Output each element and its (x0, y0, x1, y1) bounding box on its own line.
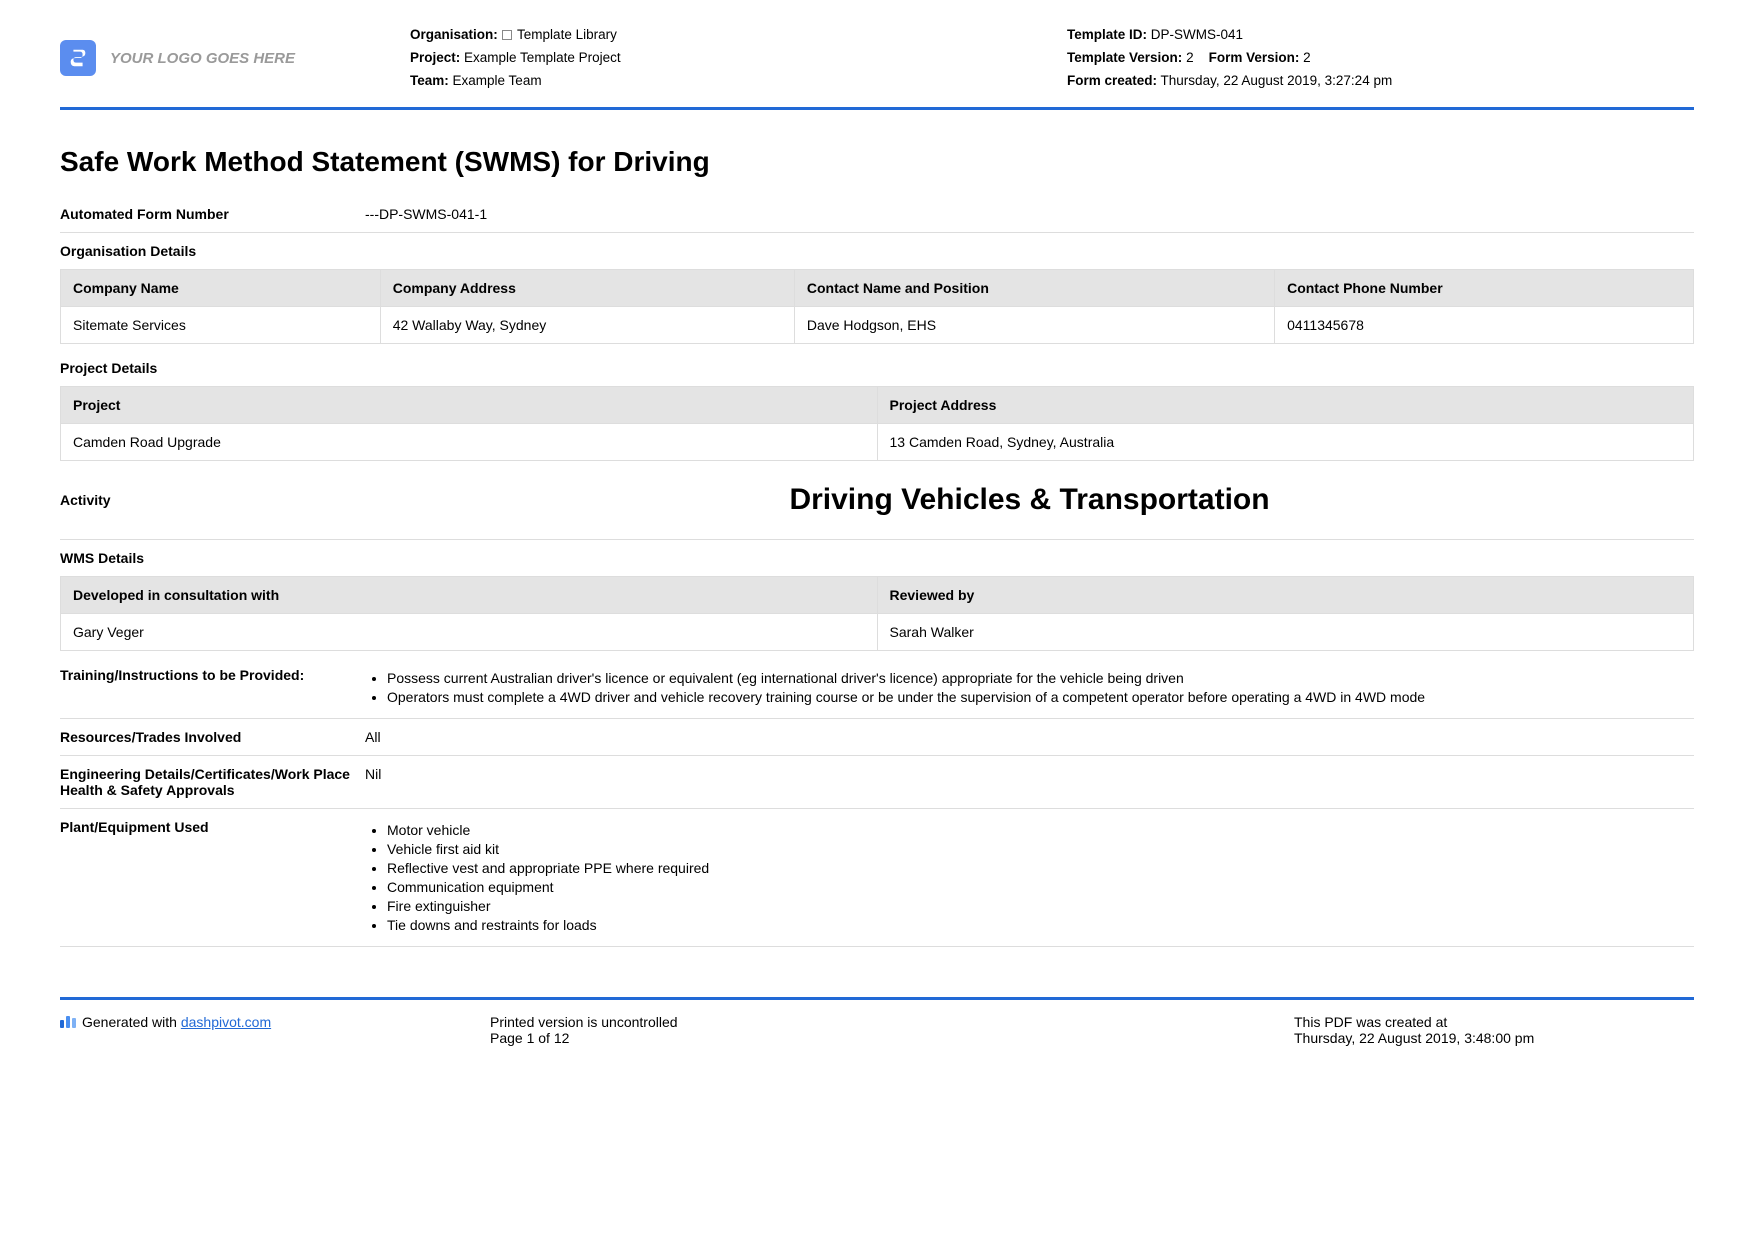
document-footer: Generated with dashpivot.com Printed ver… (60, 997, 1694, 1046)
proj-td-name: Camden Road Upgrade (61, 423, 878, 460)
autonum-row: Automated Form Number ---DP-SWMS-041-1 (60, 196, 1694, 233)
autonum-label: Automated Form Number (60, 206, 365, 222)
wms-td-developed: Gary Veger (61, 613, 878, 650)
engineering-row: Engineering Details/Certificates/Work Pl… (60, 756, 1694, 809)
dashpivot-link[interactable]: dashpivot.com (181, 1014, 271, 1030)
project-details-heading: Project Details (60, 350, 1694, 386)
engineering-label: Engineering Details/Certificates/Work Pl… (60, 766, 365, 798)
plant-list: Motor vehicle Vehicle first aid kit Reflec… (365, 822, 1694, 933)
org-th-company: Company Name (61, 269, 381, 306)
template-id-value: DP-SWMS-041 (1151, 27, 1243, 42)
org-td-contact: Dave Hodgson, EHS (794, 306, 1274, 343)
form-created-label: Form created: (1067, 73, 1157, 88)
list-item: Motor vehicle (387, 822, 1694, 838)
org-td-address: 42 Wallaby Way, Sydney (380, 306, 794, 343)
footer-created-label: This PDF was created at (1294, 1014, 1694, 1030)
list-item: Operators must complete a 4WD driver and… (387, 689, 1694, 705)
project-details-table: Project Project Address Camden Road Upgr… (60, 386, 1694, 461)
form-version-label: Form Version: (1209, 50, 1300, 65)
logo-icon (60, 40, 96, 76)
table-row: Sitemate Services 42 Wallaby Way, Sydney… (61, 306, 1694, 343)
activity-label: Activity (60, 492, 365, 508)
logo-placeholder-text: YOUR LOGO GOES HERE (110, 50, 295, 67)
template-id-label: Template ID: (1067, 27, 1147, 42)
plant-label: Plant/Equipment Used (60, 819, 365, 936)
wms-th-developed: Developed in consultation with (61, 576, 878, 613)
header-meta-right: Template ID: DP-SWMS-041 Template Versio… (1067, 24, 1694, 93)
footer-right: This PDF was created at Thursday, 22 Aug… (1294, 1014, 1694, 1046)
team-label: Team: (410, 73, 449, 88)
form-created-value: Thursday, 22 August 2019, 3:27:24 pm (1161, 73, 1393, 88)
org-th-contact: Contact Name and Position (794, 269, 1274, 306)
plant-row: Plant/Equipment Used Motor vehicle Vehicl… (60, 809, 1694, 947)
footer-uncontrolled: Printed version is uncontrolled (490, 1014, 1264, 1030)
proj-td-address: 13 Camden Road, Sydney, Australia (877, 423, 1694, 460)
org-details-table: Company Name Company Address Contact Nam… (60, 269, 1694, 344)
document-header: YOUR LOGO GOES HERE Organisation: Templa… (60, 24, 1694, 110)
resources-value: All (365, 729, 1694, 745)
template-version-value: 2 (1186, 50, 1194, 65)
table-row: Camden Road Upgrade 13 Camden Road, Sydn… (61, 423, 1694, 460)
list-item: Possess current Australian driver's lice… (387, 670, 1694, 686)
org-td-phone: 0411345678 (1275, 306, 1694, 343)
footer-generated: Generated with dashpivot.com (60, 1014, 460, 1046)
footer-gen-prefix: Generated with (82, 1014, 181, 1030)
activity-value: Driving Vehicles & Transportation (365, 483, 1694, 517)
project-value: Example Template Project (464, 50, 621, 65)
footer-center: Printed version is uncontrolled Page 1 o… (490, 1014, 1264, 1046)
org-td-company: Sitemate Services (61, 306, 381, 343)
wms-details-heading: WMS Details (60, 540, 1694, 576)
proj-th-address: Project Address (877, 386, 1694, 423)
autonum-value: ---DP-SWMS-041-1 (365, 206, 1694, 222)
training-row: Training/Instructions to be Provided: Po… (60, 657, 1694, 719)
proj-th-name: Project (61, 386, 878, 423)
form-version-value: 2 (1303, 50, 1311, 65)
list-item: Tie downs and restraints for loads (387, 917, 1694, 933)
footer-created-value: Thursday, 22 August 2019, 3:48:00 pm (1294, 1030, 1694, 1046)
checkbox-icon (502, 30, 512, 40)
engineering-value: Nil (365, 766, 1694, 798)
org-value: Template Library (517, 27, 617, 42)
list-item: Fire extinguisher (387, 898, 1694, 914)
list-item: Vehicle first aid kit (387, 841, 1694, 857)
dashpivot-icon (60, 1014, 76, 1028)
resources-label: Resources/Trades Involved (60, 729, 365, 745)
page-title: Safe Work Method Statement (SWMS) for Dr… (60, 146, 1694, 178)
header-meta-left: Organisation: Template Library Project: … (410, 24, 1037, 93)
list-item: Reflective vest and appropriate PPE wher… (387, 860, 1694, 876)
footer-page: Page 1 of 12 (490, 1030, 1264, 1046)
org-label: Organisation: (410, 27, 498, 42)
project-label: Project: (410, 50, 460, 65)
training-list: Possess current Australian driver's lice… (365, 670, 1694, 705)
table-row: Gary Veger Sarah Walker (61, 613, 1694, 650)
activity-row: Activity Driving Vehicles & Transportati… (60, 467, 1694, 540)
logo-area: YOUR LOGO GOES HERE (60, 24, 380, 93)
wms-td-reviewed: Sarah Walker (877, 613, 1694, 650)
org-th-address: Company Address (380, 269, 794, 306)
wms-details-table: Developed in consultation with Reviewed … (60, 576, 1694, 651)
resources-row: Resources/Trades Involved All (60, 719, 1694, 756)
list-item: Communication equipment (387, 879, 1694, 895)
wms-th-reviewed: Reviewed by (877, 576, 1694, 613)
org-th-phone: Contact Phone Number (1275, 269, 1694, 306)
team-value: Example Team (453, 73, 542, 88)
training-label: Training/Instructions to be Provided: (60, 667, 365, 708)
org-details-heading: Organisation Details (60, 233, 1694, 269)
template-version-label: Template Version: (1067, 50, 1182, 65)
